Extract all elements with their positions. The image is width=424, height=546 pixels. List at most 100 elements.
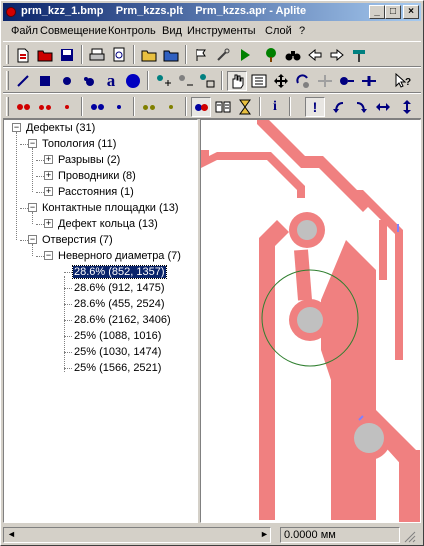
tree-leaf-defect[interactable]: 25% (1030, 1474)	[73, 345, 162, 361]
split-icon[interactable]	[359, 71, 379, 91]
remove-point-icon[interactable]	[175, 71, 195, 91]
expand-distances-icon[interactable]: +	[44, 187, 53, 196]
curve-left-icon[interactable]	[329, 97, 349, 117]
toolbar-main	[3, 41, 421, 67]
olive-dot-small-icon[interactable]	[161, 97, 181, 117]
tree-node-topology[interactable]: Топология (11)	[41, 137, 117, 153]
tree-leaf-defect[interactable]: 28.6% (455, 2524)	[73, 297, 166, 313]
tree-leaf-defect[interactable]: 28.6% (912, 1475)	[73, 281, 166, 297]
expand-conductors-icon[interactable]: +	[44, 171, 53, 180]
move-icon[interactable]	[271, 71, 291, 91]
connect-icon[interactable]	[337, 71, 357, 91]
rotate-icon[interactable]	[293, 71, 313, 91]
tree-node-pads[interactable]: Контактные площадки (13)	[41, 201, 180, 217]
shape-icon[interactable]	[79, 71, 99, 91]
print-icon[interactable]	[87, 45, 107, 65]
open-folder-icon[interactable]	[139, 45, 159, 65]
coordinates-readout: 0.0000 мм	[280, 527, 400, 543]
tree-icon[interactable]	[261, 45, 281, 65]
app-window: prm_kzz_1.bmp Prm_kzzs.plt Prm_kzzs.apr …	[0, 0, 424, 546]
large-circle-icon[interactable]	[123, 71, 143, 91]
tree-node-defects[interactable]: Дефекты (31)	[25, 121, 96, 137]
defect-tree[interactable]: − Дефекты (31) − Топология (11) + Разрыв…	[3, 119, 198, 523]
red-dots-large-icon[interactable]	[13, 97, 33, 117]
toolbar-filter: i !	[3, 93, 421, 119]
app-icon	[6, 7, 16, 17]
curve-right-icon[interactable]	[351, 97, 371, 117]
properties-icon[interactable]	[249, 71, 269, 91]
window-title: prm_kzz_1.bmp Prm_kzzs.plt Prm_kzzs.apr …	[21, 5, 307, 17]
menu-help[interactable]: ?	[299, 25, 305, 37]
blue-dots-large-icon[interactable]	[87, 97, 107, 117]
list-filter-icon[interactable]	[213, 97, 233, 117]
pcb-image	[201, 120, 420, 522]
pair-circles-icon[interactable]	[191, 97, 211, 117]
svg-text:?: ?	[405, 77, 411, 88]
menu-tools[interactable]: Инструменты	[187, 25, 256, 37]
text-icon[interactable]: a	[101, 71, 121, 91]
tree-node-breaks[interactable]: Разрывы (2)	[57, 153, 121, 169]
red-dots-medium-icon[interactable]	[35, 97, 55, 117]
maximize-button[interactable]: □	[385, 5, 401, 19]
tree-leaf-defect[interactable]: 25% (1088, 1016)	[73, 329, 162, 345]
print-preview-icon[interactable]	[109, 45, 129, 65]
small-circle-icon[interactable]	[57, 71, 77, 91]
menu-alignment[interactable]: Совмещение	[40, 25, 107, 37]
new-icon[interactable]	[13, 45, 33, 65]
collapse-wrong-diameter-icon[interactable]: −	[44, 251, 53, 260]
tree-node-conductors[interactable]: Проводники (8)	[57, 169, 137, 185]
vertical-arrows-icon[interactable]	[397, 97, 417, 117]
open-icon[interactable]	[35, 45, 55, 65]
horizontal-scrollbar[interactable]: ◄ ►	[3, 527, 271, 543]
tree-node-wrong-diameter[interactable]: Неверного диаметра (7)	[57, 249, 182, 265]
collapse-pads-icon[interactable]: −	[28, 203, 37, 212]
hourglass-icon[interactable]	[235, 97, 255, 117]
minimize-button[interactable]: _	[369, 5, 385, 19]
exclamation-icon[interactable]: !	[305, 97, 325, 117]
run-icon[interactable]	[235, 45, 255, 65]
tree-leaf-defect[interactable]: 28.6% (2162, 3406)	[73, 313, 172, 329]
red-dot-small-icon[interactable]	[57, 97, 77, 117]
rectangle-icon[interactable]	[35, 71, 55, 91]
open-folder-2-icon[interactable]	[161, 45, 181, 65]
menu-layer[interactable]: Слой	[265, 25, 292, 37]
close-button[interactable]: ×	[403, 5, 419, 19]
tree-leaf-defect[interactable]: 25% (1566, 2521)	[73, 361, 162, 377]
menu-view[interactable]: Вид	[162, 25, 182, 37]
join-icon[interactable]	[315, 71, 335, 91]
collapse-root-icon[interactable]: −	[12, 123, 21, 132]
olive-dots-icon[interactable]	[139, 97, 159, 117]
collapse-topology-icon[interactable]: −	[28, 139, 37, 148]
collapse-holes-icon[interactable]: −	[28, 235, 37, 244]
add-point-icon[interactable]	[153, 71, 173, 91]
context-help-icon[interactable]: ?	[393, 71, 413, 91]
arrow-right-icon[interactable]	[327, 45, 347, 65]
menu-file[interactable]: Файл	[11, 25, 38, 37]
pcb-view[interactable]	[200, 119, 421, 523]
expand-ring-defect-icon[interactable]: +	[44, 219, 53, 228]
hammer-icon[interactable]	[349, 45, 369, 65]
scroll-right-icon[interactable]: ►	[260, 529, 269, 539]
resize-grip-icon[interactable]	[400, 527, 420, 543]
save-icon[interactable]	[57, 45, 77, 65]
link-icon[interactable]	[197, 71, 217, 91]
status-bar: ◄ ► 0.0000 мм	[3, 525, 421, 545]
horizontal-arrows-icon[interactable]	[373, 97, 393, 117]
tree-node-holes[interactable]: Отверстия (7)	[41, 233, 114, 249]
scroll-left-icon[interactable]: ◄	[7, 529, 16, 539]
hand-icon[interactable]	[227, 71, 247, 91]
title-bar[interactable]: prm_kzz_1.bmp Prm_kzzs.plt Prm_kzzs.apr …	[3, 3, 421, 21]
arrow-left-icon[interactable]	[305, 45, 325, 65]
tree-leaf-defect[interactable]: 28.6% (852, 1357)	[72, 265, 167, 281]
tree-node-ring-defect[interactable]: Дефект кольца (13)	[57, 217, 159, 233]
expand-breaks-icon[interactable]: +	[44, 155, 53, 164]
tree-node-distances[interactable]: Расстояния (1)	[57, 185, 135, 201]
binoculars-icon[interactable]	[283, 45, 303, 65]
wrench-icon[interactable]	[213, 45, 233, 65]
menu-control[interactable]: Контроль	[108, 25, 156, 37]
line-icon[interactable]	[13, 71, 33, 91]
blue-dot-small-icon[interactable]	[109, 97, 129, 117]
flag-icon[interactable]	[191, 45, 211, 65]
info-icon[interactable]: i	[265, 97, 285, 117]
toolbar-draw: a ?	[3, 67, 421, 93]
